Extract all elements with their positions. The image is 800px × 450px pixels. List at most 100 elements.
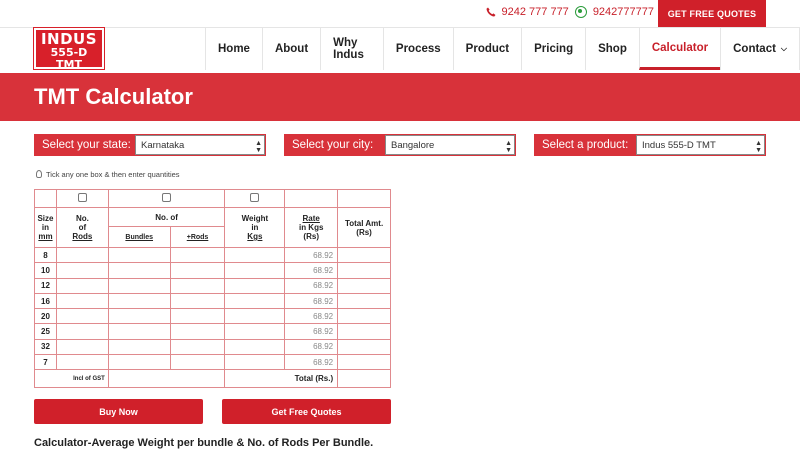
bundles-input[interactable] bbox=[107, 323, 171, 340]
weight-input[interactable] bbox=[224, 338, 286, 356]
weight-input[interactable] bbox=[224, 308, 286, 325]
plus-rods-input[interactable] bbox=[169, 277, 226, 294]
state-select[interactable]: Karnataka ▲ ▼ bbox=[135, 135, 265, 155]
rods-header: No. of Rods bbox=[55, 207, 109, 248]
rods-input[interactable] bbox=[55, 277, 109, 294]
main-nav: Home About Why Indus Process Product Pri… bbox=[205, 28, 800, 70]
bundles-input[interactable] bbox=[107, 277, 171, 294]
get-free-quotes-bottom-button[interactable]: Get Free Quotes bbox=[222, 399, 391, 424]
bundles-input[interactable] bbox=[107, 354, 171, 371]
weight-header-line: Kgs bbox=[247, 232, 263, 241]
weight-header: Weight in Kgs bbox=[224, 207, 286, 248]
rate-cell: 68.92 bbox=[284, 292, 339, 310]
weight-header-line: in bbox=[251, 223, 259, 232]
empty-cell bbox=[34, 189, 57, 208]
nav-home[interactable]: Home bbox=[205, 28, 262, 70]
total-cell bbox=[337, 277, 391, 294]
rate-header-line: Rate bbox=[302, 214, 320, 223]
rods-input[interactable] bbox=[55, 338, 109, 356]
nav-product[interactable]: Product bbox=[452, 28, 521, 70]
get-free-quotes-button[interactable]: GET FREE QUOTES bbox=[658, 0, 766, 27]
plus-rods-input[interactable] bbox=[169, 308, 226, 325]
weight-input[interactable] bbox=[224, 323, 286, 340]
size-cell: 20 bbox=[34, 308, 57, 325]
city-select-group: Select your city: Bangalore ▲ ▼ bbox=[284, 134, 516, 156]
logo-line-2: 555-D TMT bbox=[50, 46, 88, 71]
rods-input[interactable] bbox=[55, 246, 109, 264]
product-select[interactable]: Indus 555-D TMT ▲ ▼ bbox=[636, 135, 765, 155]
contact-numbers: 9242 777 777 9242777777 bbox=[486, 6, 654, 18]
total-cell bbox=[337, 308, 391, 325]
nav-pricing[interactable]: Pricing bbox=[521, 28, 585, 70]
city-select-value: Bangalore bbox=[391, 139, 435, 151]
total-cell bbox=[337, 338, 391, 356]
nav-process[interactable]: Process bbox=[382, 28, 453, 70]
plus-rods-input[interactable] bbox=[169, 323, 226, 340]
plus-rods-input[interactable] bbox=[169, 246, 226, 264]
weight-input[interactable] bbox=[224, 262, 286, 279]
total-cell bbox=[337, 292, 391, 310]
size-cell: 12 bbox=[34, 277, 57, 294]
size-header: Size in mm bbox=[34, 207, 57, 248]
bundles-input[interactable] bbox=[107, 338, 171, 356]
bundles-input[interactable] bbox=[107, 308, 171, 325]
size-cell: 7 bbox=[34, 354, 57, 371]
bundles-input[interactable] bbox=[107, 262, 171, 279]
plus-rods-input[interactable] bbox=[169, 262, 226, 279]
rate-cell: 68.92 bbox=[284, 323, 339, 340]
whatsapp-icon bbox=[574, 6, 587, 18]
table-row: 16 68.92 bbox=[34, 292, 391, 310]
total-header-line: (Rs) bbox=[356, 227, 372, 237]
phone-number-link[interactable]: 9242 777 777 bbox=[502, 6, 569, 18]
product-select-group: Select a product: Indus 555-D TMT ▲ ▼ bbox=[534, 134, 766, 156]
city-select[interactable]: Bangalore ▲ ▼ bbox=[385, 135, 515, 155]
grand-total-cell bbox=[337, 369, 391, 389]
weight-input[interactable] bbox=[224, 246, 286, 264]
nav-contact[interactable]: Contact ⌵ bbox=[720, 28, 800, 70]
table-row: 25 68.92 bbox=[34, 323, 391, 340]
rate-cell: 68.92 bbox=[284, 246, 339, 264]
rods-checkbox[interactable] bbox=[77, 193, 87, 202]
buy-now-button[interactable]: Buy Now bbox=[34, 399, 203, 424]
bundles-header: Bundles bbox=[107, 226, 171, 248]
nav-shop[interactable]: Shop bbox=[585, 28, 639, 70]
weight-input[interactable] bbox=[224, 354, 286, 371]
rate-cell: 68.92 bbox=[284, 354, 339, 371]
rods-input[interactable] bbox=[55, 262, 109, 279]
rods-input[interactable] bbox=[55, 323, 109, 340]
plus-rods-header: +Rods bbox=[169, 226, 226, 248]
bundles-checkbox[interactable] bbox=[162, 193, 172, 202]
size-cell: 16 bbox=[34, 292, 57, 310]
weight-checkbox[interactable] bbox=[250, 193, 260, 202]
rate-header-line: (Rs) bbox=[303, 232, 319, 241]
bundles-input[interactable] bbox=[107, 292, 171, 310]
product-select-value: Indus 555-D TMT bbox=[642, 139, 716, 151]
total-spacer bbox=[107, 369, 226, 389]
plus-rods-input[interactable] bbox=[169, 292, 226, 310]
top-bar: 9242 777 777 9242777777 GET FREE QUOTES bbox=[0, 0, 800, 27]
rods-input[interactable] bbox=[55, 292, 109, 310]
dropdown-arrow-icon: ▲ ▼ bbox=[505, 140, 512, 154]
bundles-input[interactable] bbox=[107, 246, 171, 264]
size-cell: 10 bbox=[34, 262, 57, 279]
city-label: Select your city: bbox=[292, 139, 374, 151]
nav-calculator[interactable]: Calculator bbox=[638, 28, 721, 70]
rods-input[interactable] bbox=[55, 354, 109, 371]
rods-input[interactable] bbox=[55, 308, 109, 325]
nav-why-indus[interactable]: Why Indus bbox=[320, 28, 383, 70]
rods-checkbox-cell bbox=[55, 189, 109, 208]
table-row: 8 68.92 bbox=[34, 246, 391, 264]
weight-input[interactable] bbox=[224, 292, 286, 310]
total-label: Total (Rs.) bbox=[224, 369, 339, 389]
nav-about[interactable]: About bbox=[261, 28, 320, 70]
plus-rods-input[interactable] bbox=[169, 354, 226, 371]
empty-cell bbox=[284, 189, 339, 208]
table-row: 10 68.92 bbox=[34, 262, 391, 279]
dropdown-arrow-icon: ▲ ▼ bbox=[755, 140, 762, 154]
plus-rods-input[interactable] bbox=[169, 338, 226, 356]
rods-header-line: Rods bbox=[72, 232, 93, 241]
brand-logo[interactable]: INDUS 555-D TMT INDIA'S HOME, PRIDE OF I… bbox=[33, 27, 105, 82]
whatsapp-number-link[interactable]: 9242777777 bbox=[593, 6, 654, 18]
weight-input[interactable] bbox=[224, 277, 286, 294]
size-header-line: in bbox=[41, 223, 50, 232]
